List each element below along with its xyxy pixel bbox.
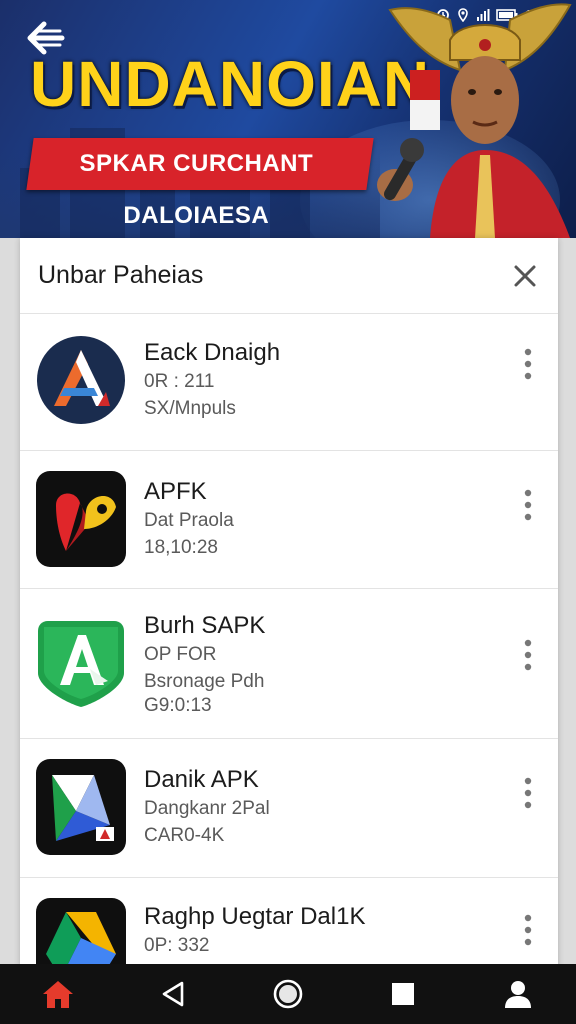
- list-item[interactable]: Burh SAPK OP FOR Bsronage Pdh G9:0:13: [20, 589, 558, 739]
- app-detail: OP FOR: [144, 644, 217, 665]
- list-item[interactable]: Raghp Uegtar Dal1K 0P: 332: [20, 878, 558, 968]
- more-vert-icon[interactable]: [520, 912, 536, 948]
- heart-red-yellow-icon: [36, 471, 126, 567]
- sheet-header: Unbar Paheias: [20, 238, 558, 314]
- list-item[interactable]: Danik APK Dangkanr 2Pal CAR0-4K: [20, 739, 558, 878]
- app-detail: 0P: 332: [144, 935, 210, 956]
- app-name: Danik APK: [144, 766, 259, 793]
- app-text: Burh SAPK OP FOR Bsronage Pdh G9:0:13: [144, 611, 265, 717]
- nav-home-circle-button[interactable]: [256, 964, 320, 1024]
- list-item[interactable]: Eack Dnaigh 0R : 211 SX/Mnpuls: [20, 314, 558, 451]
- app-name: Burh SAPK: [144, 612, 266, 639]
- back-triangle-icon: [162, 981, 184, 1007]
- more-vert-icon[interactable]: [520, 775, 536, 811]
- app-name: Eack Dnaigh: [144, 339, 281, 366]
- app-detail: 0R : 211: [144, 371, 215, 392]
- app-detail: Dat Praola: [144, 510, 234, 531]
- nav-recents-button[interactable]: [371, 964, 435, 1024]
- banner-ribbon-text: SPKAR CURCHANT DALOIAESA: [79, 150, 314, 229]
- app-detail: 18,10:28: [144, 537, 218, 558]
- app-detail: CAR0-4K: [144, 825, 225, 846]
- app-text: APFK Dat Praola 18,10:28: [144, 477, 234, 561]
- app-name: APFK: [144, 478, 207, 505]
- nav-profile-button[interactable]: [486, 964, 550, 1024]
- more-vert-icon[interactable]: [520, 487, 536, 523]
- app-detail: Bsronage Pdh: [144, 671, 265, 692]
- app-detail: Dangkanr 2Pal: [144, 798, 270, 819]
- app-text: Raghp Uegtar Dal1K 0P: 332: [144, 902, 365, 959]
- sheet-title: Unbar Paheias: [38, 261, 204, 289]
- app-text: Eack Dnaigh 0R : 211 SX/Mnpuls: [144, 338, 280, 422]
- app-detail: G9:0:13: [144, 695, 212, 716]
- drive-triangle-icon: [36, 898, 126, 968]
- recents-square-icon: [392, 983, 415, 1005]
- banner-person-illustration: [377, 3, 572, 238]
- app-detail: SX/Mnpuls: [144, 398, 236, 419]
- app-text: Danik APK Dangkanr 2Pal CAR0-4K: [144, 765, 270, 849]
- bottom-navigation-bar: [0, 964, 576, 1024]
- app-name: Raghp Uegtar Dal1K: [144, 903, 366, 930]
- home-circle-icon: [273, 979, 303, 1009]
- nav-back-button[interactable]: [141, 964, 205, 1024]
- arrow-a-navy-icon: [37, 336, 125, 424]
- screen: 13:20 UNDANOIAN SPKAR CURCHANT DALOIAESA: [0, 0, 576, 1024]
- nav-home-button[interactable]: [26, 964, 90, 1024]
- triangle-blue-green-icon: [36, 759, 126, 855]
- more-vert-icon[interactable]: [520, 637, 536, 673]
- more-vert-icon[interactable]: [520, 346, 536, 382]
- home-icon: [42, 981, 73, 1008]
- profile-icon: [505, 981, 532, 1008]
- banner-ribbon: SPKAR CURCHANT DALOIAESA: [26, 138, 374, 229]
- shield-green-a-icon: [38, 621, 124, 707]
- list-item[interactable]: APFK Dat Praola 18,10:28: [20, 451, 558, 589]
- promo-banner[interactable]: 13:20 UNDANOIAN SPKAR CURCHANT DALOIAESA: [0, 0, 576, 238]
- app-list-sheet: Unbar Paheias Eack Dnaigh 0R : 211 SX/Mn…: [20, 238, 558, 968]
- close-icon[interactable]: [510, 261, 540, 291]
